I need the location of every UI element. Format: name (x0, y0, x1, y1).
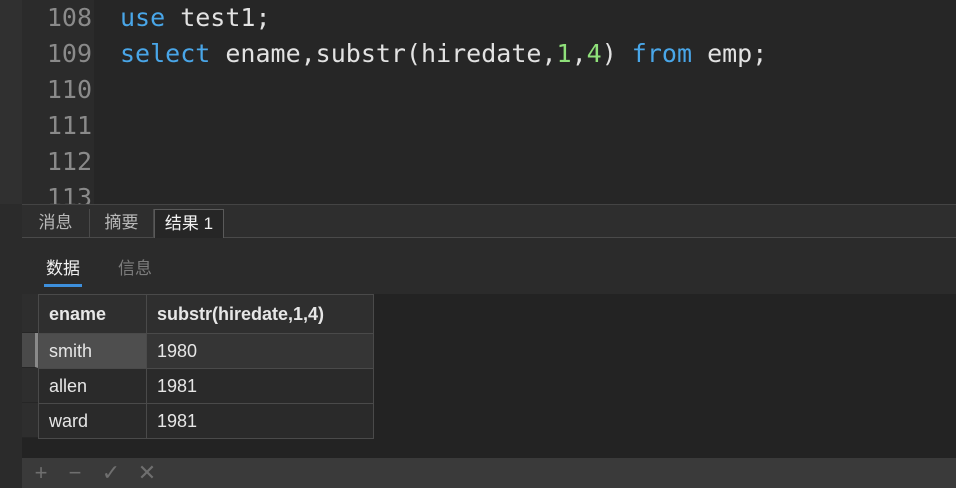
result-subtabs: 数据 信息 (22, 238, 956, 294)
corner-header (22, 294, 38, 333)
table-row[interactable]: allen 1981 (38, 368, 374, 404)
row-header-column (22, 294, 38, 438)
line-number: 113 (46, 183, 92, 204)
sql-text: test1; (165, 3, 271, 32)
subtab-info[interactable]: 信息 (118, 256, 152, 284)
table-cell[interactable]: ward (38, 403, 147, 439)
table-row[interactable]: smith 1980 (38, 333, 374, 369)
sql-number: 1 (556, 39, 572, 68)
row-selector[interactable] (22, 403, 38, 438)
code-line[interactable]: use test1; (120, 0, 271, 36)
result-grid-area: ename substr(hiredate,1,4) smith 1980 al… (22, 294, 956, 458)
sql-text: ename,substr(hiredate, (210, 39, 557, 68)
row-selector[interactable] (22, 368, 38, 403)
row-selector[interactable] (22, 333, 38, 368)
result-tab-bar: 消息 摘要 结果 1 (22, 204, 956, 239)
line-number: 109 (46, 39, 92, 68)
plus-icon[interactable]: + (28, 460, 54, 486)
table-cell[interactable]: smith (38, 333, 147, 369)
line-number-gutter: 108 109 110 111 112 113 (22, 0, 94, 204)
check-icon[interactable]: ✓ (98, 460, 124, 486)
sql-keyword: select (120, 39, 211, 68)
result-table: ename substr(hiredate,1,4) smith 1980 al… (38, 294, 374, 439)
minus-icon[interactable]: − (62, 460, 88, 486)
tab-messages[interactable]: 消息 (22, 209, 90, 239)
sql-keyword: use (120, 3, 166, 32)
table-cell[interactable]: 1981 (146, 403, 374, 439)
column-header-ename[interactable]: ename (38, 294, 147, 334)
tab-result-1[interactable]: 结果 1 (154, 209, 224, 239)
panel-left-strip (0, 204, 22, 488)
line-number: 110 (46, 75, 92, 104)
table-cell[interactable]: 1980 (146, 333, 374, 369)
sql-text: emp; (692, 39, 768, 68)
tab-summary[interactable]: 摘要 (90, 209, 154, 239)
sql-keyword: from (631, 39, 693, 68)
table-row[interactable]: ward 1981 (38, 403, 374, 439)
sql-text: , (571, 39, 587, 68)
editor-left-strip (0, 0, 22, 204)
line-number: 111 (46, 111, 92, 140)
line-number: 112 (46, 147, 92, 176)
line-number: 108 (46, 3, 92, 32)
grid-toolbar: + − ✓ ✕ (22, 458, 956, 488)
code-line[interactable]: select ename,substr(hiredate,1,4) from e… (120, 36, 767, 72)
subtab-data[interactable]: 数据 (44, 256, 82, 287)
column-header-substr[interactable]: substr(hiredate,1,4) (146, 294, 374, 334)
table-cell[interactable]: allen (38, 368, 147, 404)
table-cell[interactable]: 1981 (146, 368, 374, 404)
sql-number: 4 (586, 39, 602, 68)
sql-text: ) (601, 39, 632, 68)
sql-editor[interactable]: 108 109 110 111 112 113 use test1; selec… (0, 0, 956, 204)
close-icon[interactable]: ✕ (134, 460, 160, 486)
